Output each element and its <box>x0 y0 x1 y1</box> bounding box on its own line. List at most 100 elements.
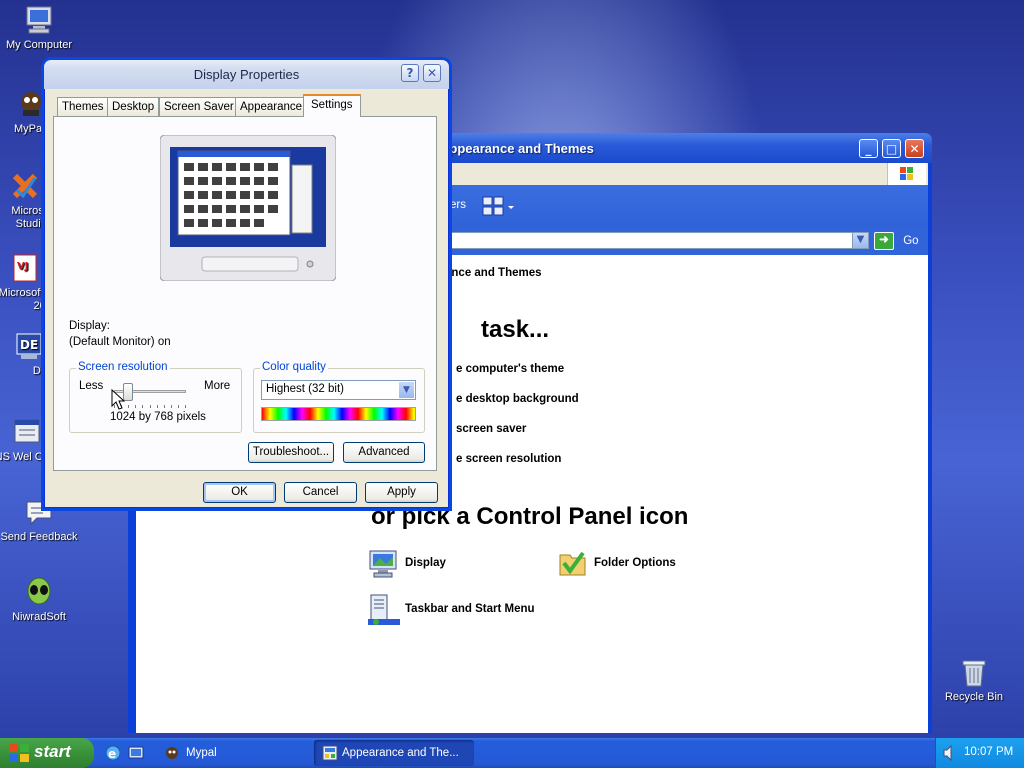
taskbar: start e Mypal Appearance and The... 10:0… <box>0 738 1024 768</box>
category-breadcrumb: ance and Themes <box>445 267 542 279</box>
explorer-title: Appearance and Themes <box>440 141 594 156</box>
quick-launch-show-desktop[interactable] <box>127 744 145 762</box>
desktop-icon-label: Send Feedback <box>0 531 78 543</box>
screen-resolution-legend: Screen resolution <box>76 361 170 373</box>
dialog-title: Display Properties <box>193 67 300 82</box>
clock[interactable]: 10:07 PM <box>964 746 1013 758</box>
slider-tick <box>142 405 143 408</box>
recycle-bin-icon <box>958 656 990 688</box>
slider-tick <box>128 405 129 408</box>
task-link[interactable]: e screen resolution <box>456 453 561 465</box>
tab-settings[interactable]: Settings <box>303 94 361 117</box>
display-icon <box>369 550 397 578</box>
slider-tick <box>135 405 136 408</box>
color-quality-legend: Color quality <box>260 361 328 373</box>
color-quality-select[interactable]: Highest (32 bit) ▼ <box>261 380 416 400</box>
display-properties-dialog: Display Properties ? ✕ Themes Desktop Sc… <box>44 60 449 508</box>
maximize-button[interactable]: □ <box>882 139 901 158</box>
windows-flag-icon <box>9 744 29 762</box>
help-button[interactable]: ? <box>401 64 419 82</box>
slider-tick <box>157 405 158 408</box>
volume-icon[interactable] <box>942 745 956 761</box>
ok-button[interactable]: OK <box>203 482 276 503</box>
tab-desktop[interactable]: Desktop <box>107 97 160 116</box>
address-dropdown-button[interactable]: ▼ <box>852 232 869 249</box>
close-icon: ✕ <box>426 66 438 80</box>
taskbar-item-appearance[interactable]: Appearance and The... <box>314 740 474 766</box>
go-arrow-icon: ➜ <box>874 231 894 250</box>
taskbar-item-label: Appearance and The... <box>342 747 459 759</box>
screen-resolution-group: Screen resolution Less More 1024 by 768 … <box>69 361 242 433</box>
visual-studio-icon <box>9 170 41 202</box>
svg-text:VJ: VJ <box>17 261 28 272</box>
desktop-icon-niwradsoft[interactable]: NiwradSoft <box>0 576 78 624</box>
go-button[interactable]: ➜ Go <box>874 231 924 251</box>
system-tray: 10:07 PM <box>935 738 1024 768</box>
display-label: Display: <box>69 320 110 332</box>
slider-tick <box>178 405 179 408</box>
control-panel-item-display[interactable]: Display <box>368 547 528 581</box>
control-panel-item-folder-options[interactable]: Folder Options <box>557 547 717 581</box>
control-panel-item-label: Folder Options <box>594 557 676 569</box>
monitor-preview <box>159 134 337 282</box>
minimize-button[interactable]: _ <box>859 139 878 158</box>
desktop-icon-label: Recycle Bin <box>944 691 1004 703</box>
folder-options-icon <box>559 551 586 576</box>
display-value: (Default Monitor) on <box>69 336 171 348</box>
tab-themes[interactable]: Themes <box>57 97 109 116</box>
tab-appearance[interactable]: Appearance <box>235 97 308 116</box>
go-label: Go <box>903 235 919 247</box>
color-spectrum-bar <box>261 407 416 421</box>
show-desktop-icon <box>128 746 144 759</box>
mypal-icon <box>15 88 47 120</box>
desktop-icon-recycle-bin[interactable]: Recycle Bin <box>935 656 1013 704</box>
minimize-icon: _ <box>865 142 872 156</box>
maximize-icon: □ <box>885 142 898 156</box>
apply-button[interactable]: Apply <box>365 482 438 503</box>
ns-welcome-icon <box>11 416 43 448</box>
quick-launch-ie[interactable]: e <box>104 744 122 762</box>
taskbar-item-mypal[interactable]: Mypal <box>158 740 308 766</box>
alien-icon <box>23 576 55 608</box>
color-quality-group: Color quality Highest (32 bit) ▼ <box>253 361 425 433</box>
control-panel-icon <box>322 745 338 761</box>
control-panel-item-label: Taskbar and Start Menu <box>405 603 535 615</box>
pick-task-heading: task... <box>481 316 550 343</box>
resolution-value: 1024 by 768 pixels <box>110 411 206 423</box>
cancel-button[interactable]: Cancel <box>284 482 357 503</box>
my-computer-icon <box>23 4 55 36</box>
desktop-icon-label: NiwradSoft <box>12 611 66 623</box>
advanced-button[interactable]: Advanced <box>343 442 425 463</box>
more-label: More <box>204 380 231 392</box>
desktop-icon-label: My Computer <box>5 39 73 51</box>
views-button[interactable] <box>480 195 516 219</box>
folders-button-label[interactable]: ers <box>450 199 466 211</box>
troubleshoot-button[interactable]: Troubleshoot... <box>248 442 334 463</box>
dialog-close-button[interactable]: ✕ <box>423 64 441 82</box>
question-icon: ? <box>406 66 414 80</box>
slider-tick <box>150 405 151 408</box>
task-link[interactable]: e desktop background <box>456 393 579 405</box>
tab-screen-saver[interactable]: Screen Saver <box>159 97 239 116</box>
task-link[interactable]: e computer's theme <box>456 363 564 375</box>
color-quality-value: Highest (32 bit) <box>266 383 344 395</box>
chevron-down-icon[interactable]: ▼ <box>399 382 414 398</box>
close-button[interactable]: ✕ <box>905 139 924 158</box>
svg-text:e: e <box>108 747 116 761</box>
dialog-title-bar[interactable]: Display Properties ? ✕ <box>44 60 449 89</box>
taskbar-start-menu-icon <box>368 594 400 625</box>
control-panel-item-taskbar[interactable]: Taskbar and Start Menu <box>368 593 588 627</box>
mouse-cursor-icon <box>111 389 125 410</box>
task-link[interactable]: screen saver <box>456 423 526 435</box>
svg-text:DE: DE <box>20 338 38 352</box>
dev-cpp-icon: DE <box>13 330 45 362</box>
start-button[interactable]: start <box>0 738 94 768</box>
close-icon: ✕ <box>909 142 920 156</box>
slider-tick <box>164 405 165 408</box>
slider-tick <box>185 405 186 408</box>
desktop-icon-my-computer[interactable]: My Computer <box>0 4 78 52</box>
mypal-icon <box>166 747 178 759</box>
taskbar-item-label: Mypal <box>186 747 217 759</box>
views-icon <box>482 196 514 216</box>
control-panel-item-label: Display <box>405 557 446 569</box>
